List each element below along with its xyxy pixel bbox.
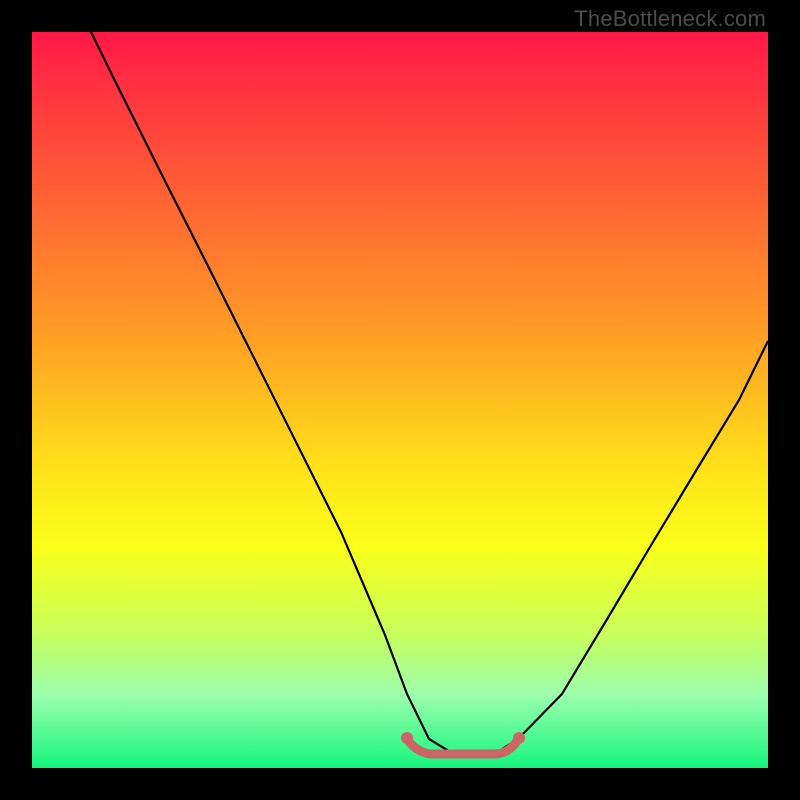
bottleneck-curve-line <box>91 32 768 753</box>
highlight-start-dot <box>401 732 413 744</box>
watermark-text: TheBottleneck.com <box>574 6 766 32</box>
chart-frame: TheBottleneck.com <box>0 0 800 800</box>
chart-svg <box>32 32 768 768</box>
highlight-end-dot <box>513 732 525 744</box>
chart-plot-area <box>32 32 768 768</box>
flat-bottom-highlight <box>407 739 518 754</box>
